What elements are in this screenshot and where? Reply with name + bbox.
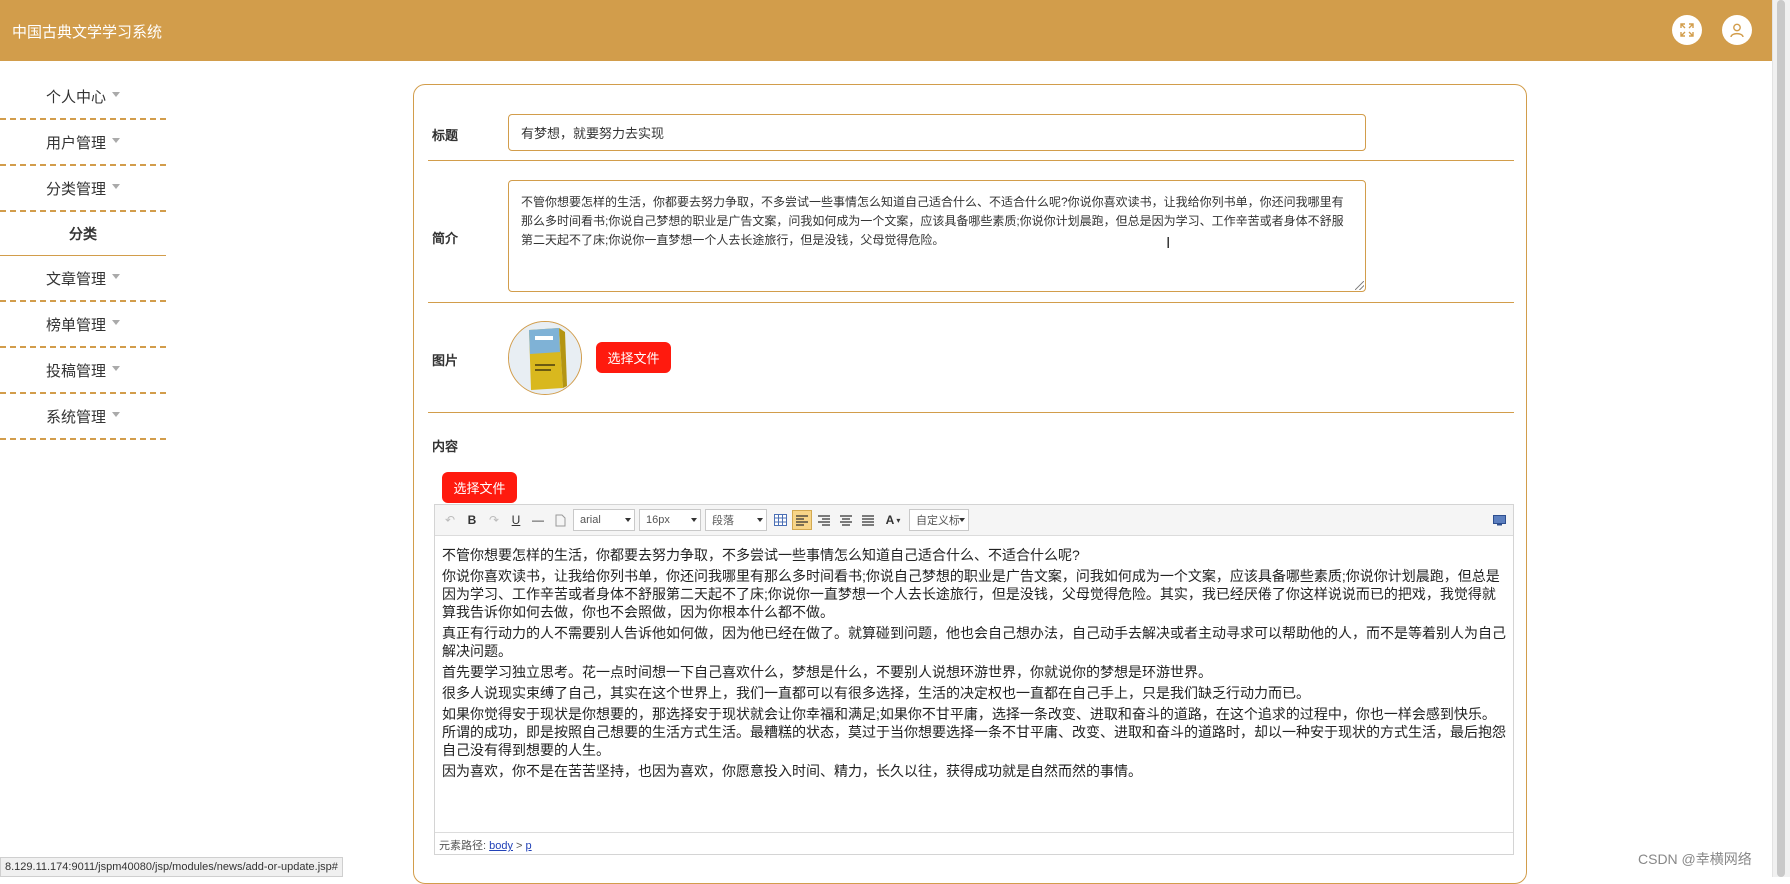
dropdown-arrow-icon [757, 518, 763, 522]
element-path-body-link[interactable]: body [489, 840, 513, 852]
align-center-lines-icon [840, 514, 852, 526]
align-center-icon[interactable] [836, 510, 856, 530]
chevron-down-icon [112, 273, 120, 279]
sidebar-item-ranking-management[interactable]: 榜单管理 [0, 302, 166, 348]
align-justify-icon[interactable] [858, 510, 878, 530]
paragraph-format-value: 段落 [712, 515, 734, 527]
editor-toolbar: ↶ B ↷ U — arial 16px 段落 A ▾ 自定义标 [435, 505, 1513, 536]
chevron-down-icon [112, 319, 120, 325]
title-input[interactable] [508, 114, 1366, 151]
sidebar-item-category-management[interactable]: 分类管理 [0, 166, 166, 212]
paste-plain-icon[interactable] [550, 510, 570, 530]
element-path-p-link[interactable]: p [526, 840, 532, 852]
editor-paragraph: 真正有行动力的人不需要别人告诉他如何做，因为他已经在做了。就算碰到问题，他也会自… [442, 625, 1506, 659]
picture-label: 图片 [432, 353, 459, 368]
chevron-down-icon [112, 183, 120, 189]
divider [428, 412, 1514, 413]
underline-icon[interactable]: U [506, 510, 526, 530]
editor-paragraph: 不管你想要怎样的生活，你都要去努力争取，不多尝试一些事情怎么知道自己适合什么、不… [442, 547, 1080, 563]
editor-paragraph: 如果你觉得安于现状是你想要的，那选择安于现状就会让你幸福和满足;如果你不甘平庸，… [442, 706, 1506, 758]
custom-title-value: 自定义标题 [916, 515, 959, 527]
chevron-down-icon [112, 411, 120, 417]
align-left-lines-icon [796, 514, 808, 526]
top-bar: 中国古典文学学习系统 [0, 0, 1772, 61]
sidebar-item-label: 用户管理 [45, 134, 106, 152]
redo-icon[interactable]: ↷ [484, 510, 504, 530]
divider [428, 302, 1514, 303]
sidebar-subitem-category[interactable]: 分类 [0, 212, 166, 256]
rich-text-editor: ↶ B ↷ U — arial 16px 段落 A ▾ 自定义标 不管你想要怎样… [434, 504, 1514, 855]
undo-icon[interactable]: ↶ [440, 510, 460, 530]
sidebar-item-label: 个人中心 [45, 88, 106, 106]
monitor-icon [1492, 514, 1506, 525]
table-grid-icon [773, 514, 787, 526]
sidebar-item-label: 文章管理 [45, 270, 106, 288]
editor-paragraph: 很多人说现实束缚了自己，其实在这个世界上，我们一直都可以有很多选择，生活的决定权… [442, 685, 1310, 701]
sidebar-item-label: 榜单管理 [45, 316, 106, 334]
sidebar-item-article-management[interactable]: 文章管理 [0, 256, 166, 302]
font-family-select[interactable]: arial [573, 509, 635, 531]
divider [428, 160, 1514, 161]
dropdown-arrow-icon [625, 518, 631, 522]
choose-picture-file-button[interactable]: 选择文件 [596, 342, 671, 373]
dropdown-arrow-icon [691, 518, 697, 522]
font-size-value: 16px [646, 514, 670, 526]
watermark: CSDN @幸横网络 [1638, 851, 1752, 867]
window-scrollbar[interactable] [1772, 0, 1790, 877]
app-title: 中国古典文学学习系统 [12, 24, 163, 41]
element-path-label: 元素路径: [439, 840, 487, 852]
user-profile-button[interactable] [1722, 15, 1752, 45]
sidebar-item-user-management[interactable]: 用户管理 [0, 120, 166, 166]
resize-handle-icon[interactable] [1355, 281, 1364, 290]
summary-label: 简介 [432, 231, 459, 246]
sidebar-item-system-management[interactable]: 系统管理 [0, 394, 166, 440]
edit-form-panel: 标题 简介 不管你想要怎样的生活，你都要去努力争取，不多尝试一些事情怎么知道自己… [413, 84, 1527, 884]
editor-paragraph: 因为喜欢，你不是在苦苦坚持，也因为喜欢，你愿意投入时间、精力，长久以往，获得成功… [442, 763, 1142, 779]
sidebar-item-label: 投稿管理 [45, 362, 106, 380]
sidebar-item-label: 系统管理 [45, 408, 106, 426]
sidebar-item-personal-center[interactable]: 个人中心 [0, 74, 166, 120]
table-icon[interactable] [770, 510, 790, 530]
scrollbar-thumb[interactable] [1777, 0, 1785, 877]
source-code-icon[interactable] [1489, 510, 1509, 530]
align-right-lines-icon [818, 514, 830, 526]
summary-text: 不管你想要怎样的生活，你都要去努力争取，不多尝试一些事情怎么知道自己适合什么、不… [521, 195, 1344, 247]
align-right-icon[interactable] [814, 510, 834, 530]
font-size-select[interactable]: 16px [639, 509, 701, 531]
chevron-down-icon [112, 365, 120, 371]
align-left-icon[interactable] [792, 510, 812, 530]
choose-content-file-button[interactable]: 选择文件 [442, 472, 517, 503]
sidebar-item-label: 分类管理 [45, 180, 106, 198]
editor-paragraph: 你说你喜欢读书，让我给你列书单，你还问我哪里有那么多时间看书;你说自己梦想的职业… [442, 568, 1500, 620]
chevron-down-icon [112, 137, 120, 143]
sidebar-item-submission-management[interactable]: 投稿管理 [0, 348, 166, 394]
sidebar: 个人中心 用户管理 分类管理 分类 文章管理 榜单管理 投稿管理 系统管理 [0, 74, 166, 440]
title-label: 标题 [432, 128, 459, 143]
content-label: 内容 [432, 439, 459, 454]
element-path-separator: > [516, 840, 523, 852]
cover-image-thumbnail [508, 321, 582, 395]
paragraph-format-select[interactable]: 段落 [705, 509, 767, 531]
horizontal-rule-icon[interactable]: — [528, 510, 548, 530]
bold-icon[interactable]: B [462, 510, 482, 530]
font-family-value: arial [580, 514, 601, 526]
chevron-down-icon [112, 91, 120, 97]
editor-element-path: 元素路径: body > p [435, 832, 1513, 854]
fullscreen-button[interactable] [1672, 15, 1702, 45]
align-justify-lines-icon [862, 514, 874, 526]
editor-content-area[interactable]: 不管你想要怎样的生活，你都要去努力争取，不多尝试一些事情怎么知道自己适合什么、不… [435, 536, 1513, 826]
fullscreen-icon [1680, 23, 1694, 37]
summary-textarea[interactable]: 不管你想要怎样的生活，你都要去努力争取，不多尝试一些事情怎么知道自己适合什么、不… [508, 180, 1366, 292]
book-cover-image [509, 322, 581, 394]
dropdown-arrow-icon [959, 518, 965, 522]
document-icon [555, 514, 565, 526]
user-icon [1730, 23, 1744, 38]
browser-status-url: 8.129.11.174:9011/jspm40080/jsp/modules/… [0, 857, 343, 877]
custom-title-select[interactable]: 自定义标题 [909, 509, 969, 531]
text-cursor-icon: I [1166, 235, 1171, 252]
font-color-icon[interactable]: A ▾ [880, 510, 906, 530]
editor-paragraph: 首先要学习独立思考。花一点时间想一下自己喜欢什么，梦想是什么，不要别人说想环游世… [442, 664, 1212, 680]
